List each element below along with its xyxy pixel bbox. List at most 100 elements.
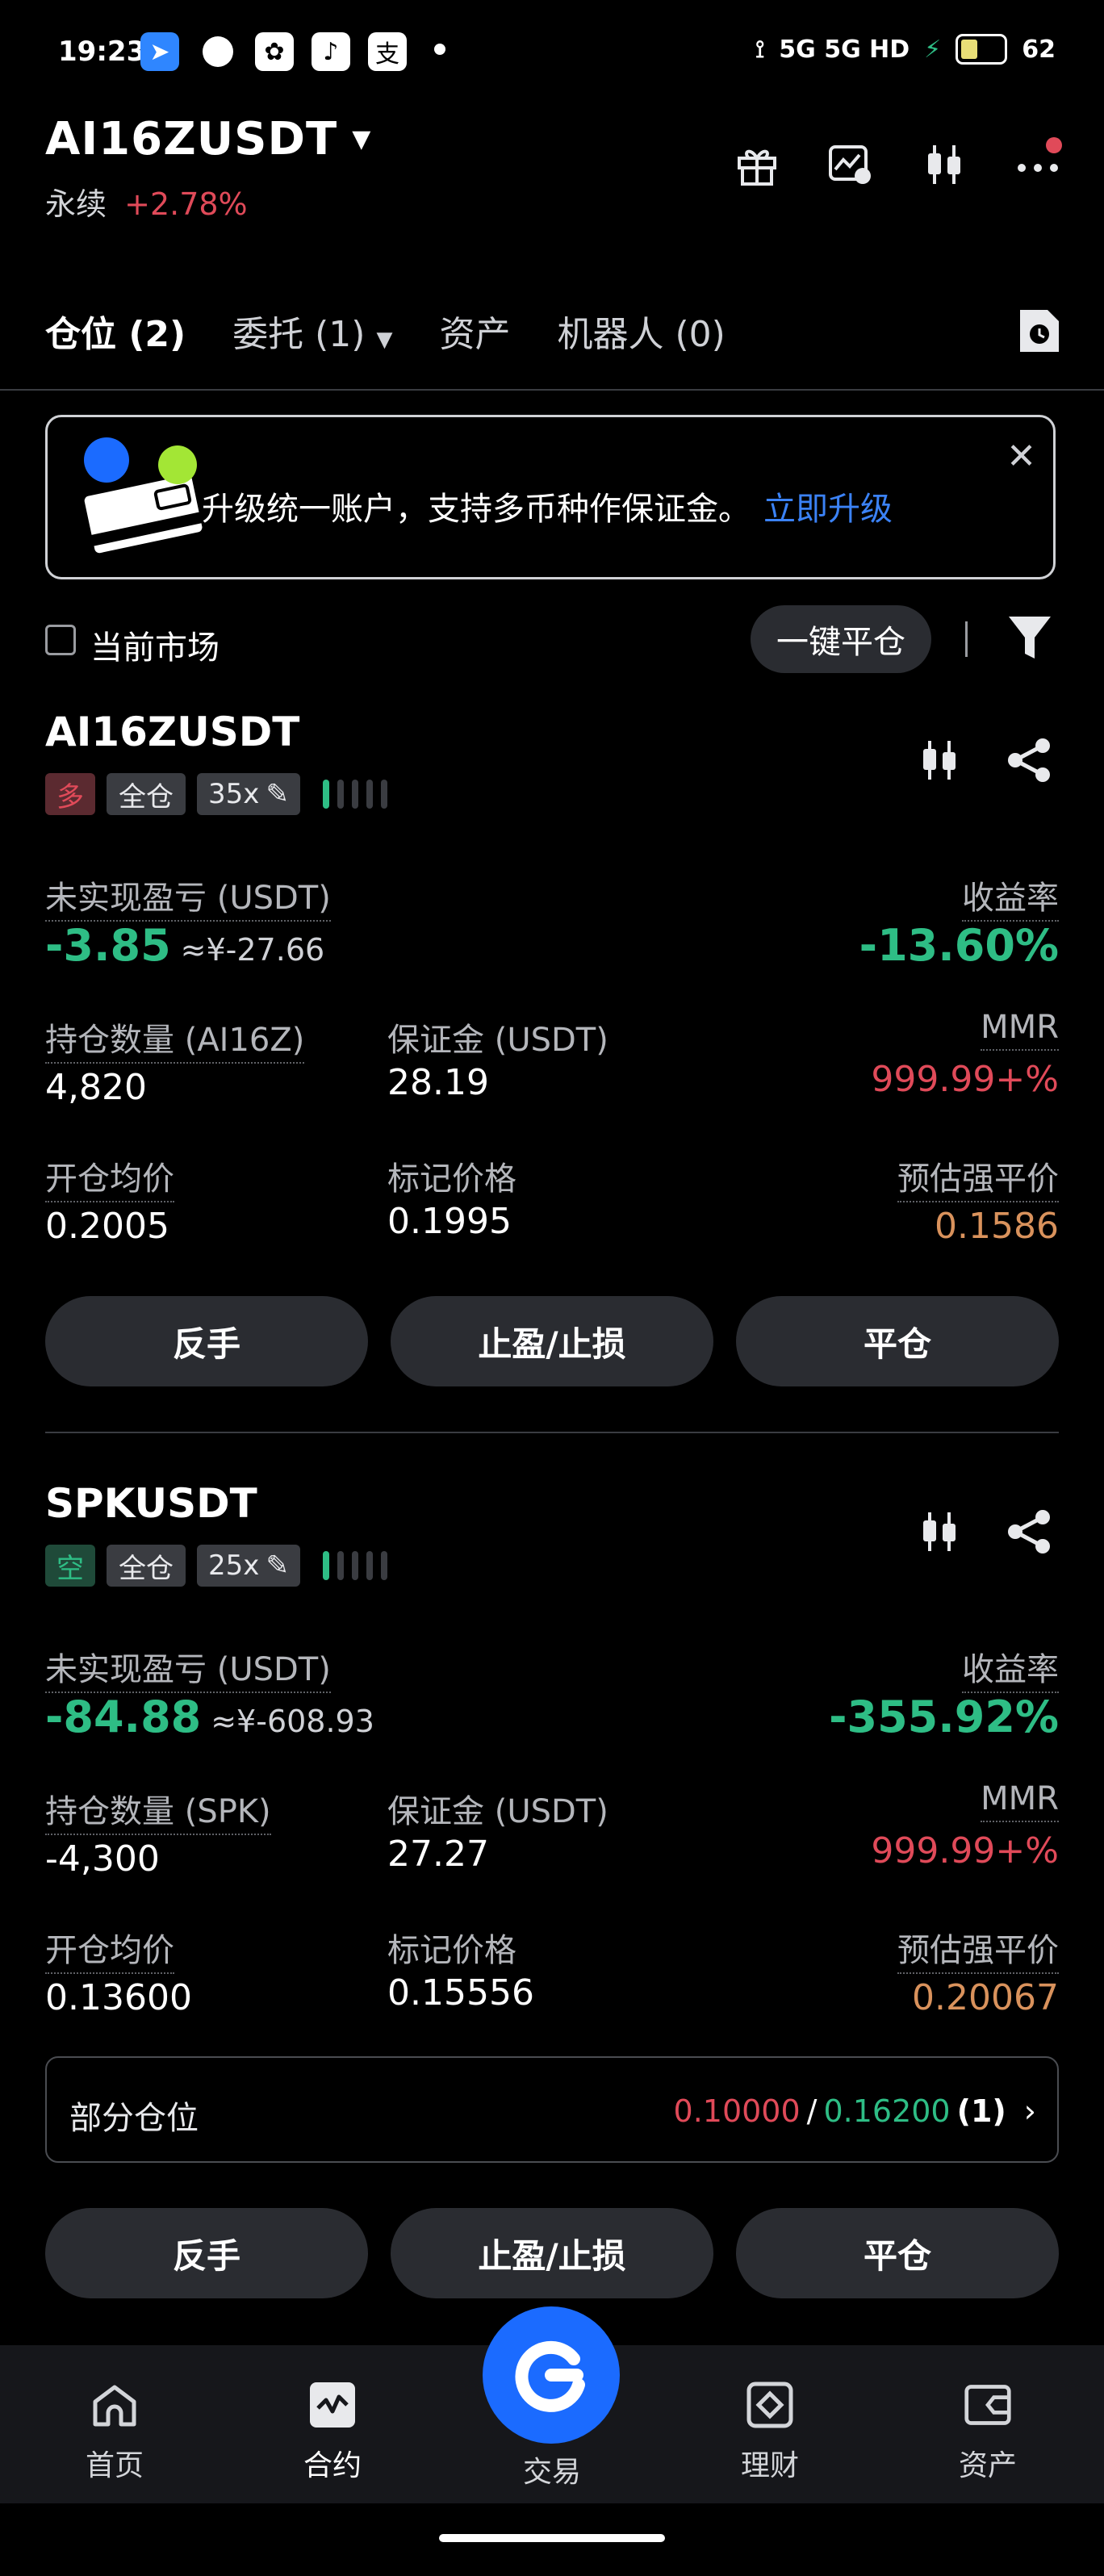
wallet-icon bbox=[964, 2381, 1012, 2429]
tab-positions[interactable]: 仓位 (2) bbox=[45, 305, 186, 357]
share-icon[interactable] bbox=[1006, 1509, 1054, 1558]
quantity-value: -4,300 bbox=[45, 1838, 160, 1880]
margin-mode-badge: 全仓 bbox=[107, 1545, 186, 1587]
margin-value: 28.19 bbox=[387, 1062, 489, 1103]
adl-indicator bbox=[323, 780, 387, 809]
battery-icon bbox=[956, 34, 1008, 65]
nav-home[interactable]: 首页 bbox=[50, 2381, 179, 2484]
tab-orders-label: 委托 (1) bbox=[232, 314, 366, 355]
nav-home-label: 首页 bbox=[85, 2449, 144, 2482]
wallet-illustration-icon bbox=[74, 436, 211, 568]
unrealized-pnl: -84.88 ≈¥-608.93 bbox=[45, 1692, 374, 1742]
futures-icon bbox=[308, 2381, 357, 2429]
close-icon[interactable]: ✕ bbox=[1006, 436, 1036, 477]
candlestick-icon[interactable] bbox=[917, 1509, 962, 1558]
leverage-value: 35x bbox=[208, 778, 260, 810]
pnl-cny: ≈¥-608.93 bbox=[211, 1704, 374, 1739]
current-market-checkbox[interactable] bbox=[45, 625, 76, 655]
chart-settings-icon[interactable] bbox=[826, 140, 875, 189]
tab-orders[interactable]: 委托 (1) ▼ bbox=[232, 305, 392, 357]
mmr-value: 999.99+% bbox=[871, 1059, 1059, 1100]
battery-level: 62 bbox=[1022, 35, 1056, 64]
nav-futures-label: 合约 bbox=[303, 2449, 362, 2482]
margin-label: 保证金 (USDT) bbox=[387, 1022, 608, 1059]
position-symbol[interactable]: AI16ZUSDT bbox=[45, 709, 299, 755]
nav-trade[interactable]: 交易 bbox=[487, 2448, 617, 2490]
reverse-button[interactable]: 反手 bbox=[45, 2208, 368, 2298]
gift-icon[interactable] bbox=[733, 140, 781, 189]
history-icon[interactable] bbox=[1017, 307, 1062, 355]
network-label: 5G 5G HD bbox=[779, 35, 910, 64]
filter-icon[interactable] bbox=[1007, 613, 1052, 665]
upgrade-link[interactable]: 立即升级 bbox=[763, 491, 893, 528]
charging-icon: ⚡ bbox=[924, 35, 942, 64]
partial-separator: / bbox=[806, 2093, 818, 2129]
tpsl-button[interactable]: 止盈/止损 bbox=[391, 2208, 713, 2298]
nav-earn[interactable]: 理财 bbox=[705, 2381, 834, 2484]
quantity-label: 持仓数量 (SPK) bbox=[45, 1785, 271, 1835]
separator bbox=[965, 621, 968, 657]
price-change: +2.78% bbox=[124, 186, 248, 222]
nav-assets-label: 资产 bbox=[958, 2449, 1017, 2482]
position-tags: 多 全仓 35x ✎ bbox=[45, 773, 387, 815]
entry-price-label: 开仓均价 bbox=[45, 1924, 174, 1974]
caret-down-icon: ▼ bbox=[352, 125, 372, 153]
trade-icon bbox=[515, 2340, 585, 2412]
side-badge: 空 bbox=[45, 1545, 95, 1587]
adl-indicator bbox=[323, 1551, 387, 1580]
close-position-button[interactable]: 平仓 bbox=[736, 2208, 1059, 2298]
caret-down-icon: ▼ bbox=[376, 328, 393, 352]
status-right: ⟟ 5G 5G HD ⚡ 62 bbox=[755, 34, 1056, 65]
nav-trade-label: 交易 bbox=[522, 2456, 581, 2489]
gesture-bar bbox=[439, 2534, 665, 2542]
side-badge: 多 bbox=[45, 773, 95, 815]
chevron-right-icon: › bbox=[1023, 2093, 1036, 2129]
close-all-button[interactable]: 一键平仓 bbox=[751, 605, 931, 673]
app-icon-2: 支 bbox=[368, 32, 407, 71]
share-icon[interactable] bbox=[1006, 738, 1054, 786]
earn-icon bbox=[746, 2381, 794, 2429]
pnl-value: -84.88 bbox=[45, 1692, 202, 1742]
candlestick-icon[interactable] bbox=[917, 738, 962, 786]
leverage-badge[interactable]: 35x ✎ bbox=[197, 773, 300, 815]
tabs-divider bbox=[0, 389, 1104, 391]
quantity-label: 持仓数量 (AI16Z) bbox=[45, 1014, 305, 1064]
roe-label: 收益率 bbox=[962, 872, 1059, 922]
entry-price-label: 开仓均价 bbox=[45, 1152, 174, 1202]
leverage-badge[interactable]: 25x ✎ bbox=[197, 1545, 300, 1587]
margin-mode-badge: 全仓 bbox=[107, 773, 186, 815]
trade-button[interactable] bbox=[483, 2306, 620, 2444]
mmr-label: MMR bbox=[981, 1009, 1059, 1051]
tpsl-button[interactable]: 止盈/止损 bbox=[391, 1296, 713, 1386]
partial-tp-value: 0.10000 bbox=[673, 2093, 801, 2129]
roe-value: -355.92% bbox=[829, 1692, 1059, 1742]
current-market-label: 当前市场 bbox=[90, 629, 220, 667]
symbol-selector[interactable]: AI16ZUSDT ▼ bbox=[45, 113, 371, 165]
mark-price-label: 标记价格 bbox=[387, 1932, 516, 1969]
position-symbol[interactable]: SPKUSDT bbox=[45, 1480, 257, 1527]
app-icon: ✿ bbox=[255, 32, 294, 71]
entry-price-value: 0.13600 bbox=[45, 1977, 192, 2018]
home-icon bbox=[90, 2381, 139, 2429]
unrealized-pnl: -3.85 ≈¥-27.66 bbox=[45, 920, 324, 971]
nav-futures[interactable]: 合约 bbox=[268, 2381, 397, 2484]
symbol-title: AI16ZUSDT bbox=[45, 113, 338, 165]
tab-assets[interactable]: 资产 bbox=[439, 305, 510, 357]
status-time: 19:23 bbox=[58, 36, 146, 68]
liq-price-label: 预估强平价 bbox=[897, 1924, 1059, 1974]
edit-icon: ✎ bbox=[266, 778, 289, 810]
header-actions bbox=[733, 137, 1062, 189]
candlestick-icon[interactable] bbox=[920, 140, 968, 189]
leverage-value: 25x bbox=[208, 1549, 260, 1582]
liq-price-value: 0.1586 bbox=[935, 1206, 1059, 1247]
mmr-value: 999.99+% bbox=[871, 1830, 1059, 1871]
market-subtitle: 永续 +2.78% bbox=[45, 179, 248, 224]
mark-price-label: 标记价格 bbox=[387, 1160, 516, 1198]
nav-assets[interactable]: 资产 bbox=[923, 2381, 1052, 2484]
pnl-value: -3.85 bbox=[45, 920, 171, 971]
close-position-button[interactable]: 平仓 bbox=[736, 1296, 1059, 1386]
tab-bots[interactable]: 机器人 (0) bbox=[557, 305, 725, 357]
more-icon[interactable] bbox=[1014, 137, 1062, 189]
reverse-button[interactable]: 反手 bbox=[45, 1296, 368, 1386]
partial-sl-value: 0.16200 bbox=[823, 2093, 951, 2129]
